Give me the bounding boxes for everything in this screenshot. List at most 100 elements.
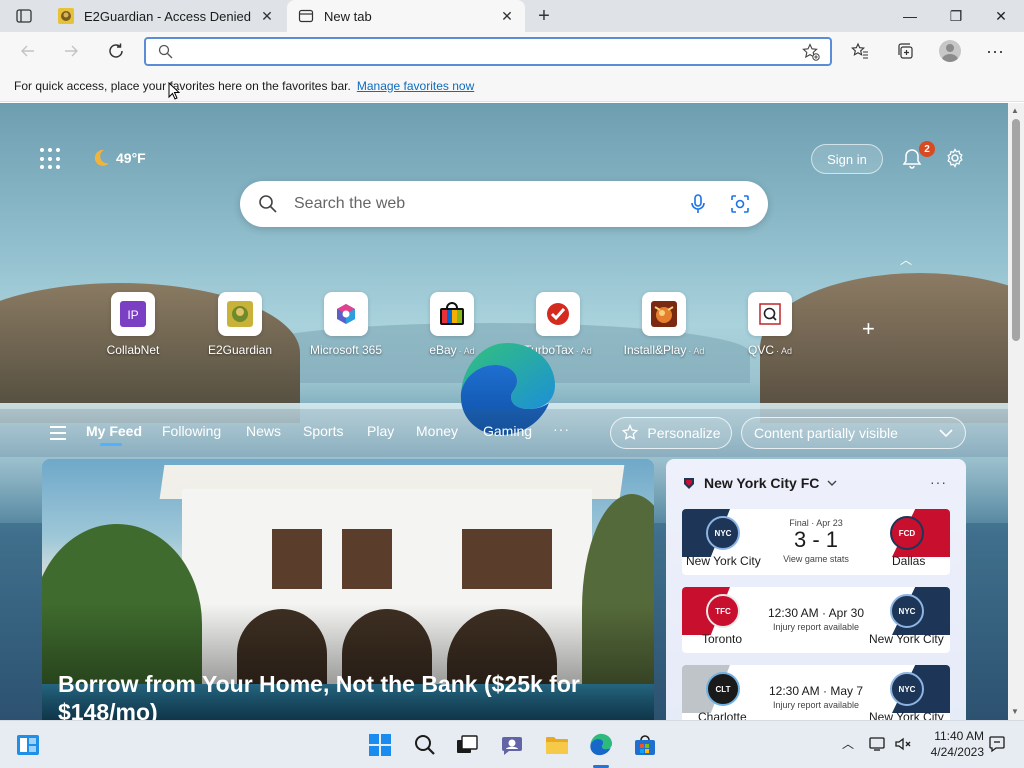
edge-taskbar-button[interactable] (589, 733, 613, 757)
match-card[interactable]: CLT NYC Charlotte New York City 12:30 AM… (682, 665, 950, 720)
feed-tab-sports[interactable]: Sports (303, 423, 343, 439)
installplay-icon (642, 292, 686, 336)
address-input[interactable] (182, 43, 802, 60)
minimize-button[interactable]: — (887, 0, 933, 32)
profile-button[interactable] (935, 37, 965, 65)
tab-title: E2Guardian - Access Denied (84, 8, 251, 24)
weather-widget[interactable]: 49°F (90, 147, 146, 169)
start-button[interactable] (368, 733, 392, 757)
fc-dallas-crest-icon: FCD (890, 516, 924, 550)
page-settings-button[interactable] (943, 146, 967, 170)
close-window-button[interactable]: ✕ (978, 0, 1024, 32)
refresh-icon (109, 43, 123, 58)
quick-link-label: E2Guardian (207, 343, 273, 357)
sign-in-button[interactable]: Sign in (811, 144, 883, 174)
microphone-icon[interactable] (684, 190, 712, 218)
chevron-up-icon[interactable]: ︿ (900, 251, 912, 268)
feed-menu-button[interactable] (50, 426, 66, 440)
injury-report-link[interactable]: Injury report available (766, 622, 866, 632)
microsoft-store-button[interactable] (633, 733, 657, 757)
tab-new-tab[interactable]: New tab ✕ (287, 0, 525, 32)
show-hidden-icons-chevron-icon[interactable]: ︿ (842, 735, 854, 752)
app-launcher-button[interactable] (40, 148, 62, 170)
feed-tab-gaming[interactable]: Gaming (483, 423, 532, 439)
web-search-input[interactable] (294, 195, 684, 213)
feed-tab-play[interactable]: Play (367, 423, 394, 439)
teams-chat-button[interactable] (500, 733, 524, 757)
widgets-button[interactable] (16, 733, 40, 757)
collections-button[interactable] (890, 37, 920, 65)
settings-and-more-button[interactable]: ··· (980, 37, 1010, 65)
nycfc-crest-icon: NYC (890, 672, 924, 706)
tab-close-icon[interactable]: ✕ (255, 4, 279, 28)
sparkle-star-icon (622, 424, 639, 440)
quick-link-qvc[interactable]: QVC · Ad (720, 292, 820, 357)
match-card[interactable]: TFC NYC Toronto New York City 12:30 AM ·… (682, 587, 950, 653)
address-bar[interactable] (144, 37, 832, 66)
manage-favorites-link[interactable]: Manage favorites now (357, 79, 474, 93)
active-tab-indicator (100, 443, 122, 446)
match-card[interactable]: NYC FCD New York City Dallas Final · Apr… (682, 509, 950, 575)
scroll-down-icon[interactable]: ▼ (1011, 707, 1019, 716)
match-stats-link[interactable]: View game stats (766, 554, 866, 564)
back-button[interactable] (14, 37, 42, 65)
refresh-button[interactable] (102, 37, 130, 65)
tab-actions-button[interactable] (8, 4, 40, 28)
feed-more-button[interactable]: ··· (553, 421, 570, 437)
injury-report-link[interactable]: Injury report available (766, 700, 866, 710)
sports-card: New York City FC ··· NYC FCD New York Ci… (666, 459, 966, 720)
notification-center-icon[interactable] (988, 735, 1006, 753)
folder-icon (546, 737, 568, 754)
quick-link-microsoft-365[interactable]: Microsoft 365 (296, 292, 396, 357)
feed-tab-my-feed[interactable]: My Feed (86, 423, 142, 439)
new-tab-button[interactable]: + (530, 4, 558, 28)
hero-news-card[interactable]: Borrow from Your Home, Not the Bank ($25… (42, 459, 654, 720)
quick-link-e2guardian[interactable]: E2Guardian (190, 292, 290, 357)
hero-image (462, 529, 552, 589)
weather-temperature: 49°F (116, 150, 146, 166)
taskbar-clock[interactable]: 11:40 AM 4/24/2023 (914, 728, 984, 760)
task-view-button[interactable] (455, 733, 479, 757)
ad-label: · Ad (575, 346, 592, 356)
forward-arrow-icon (65, 45, 78, 57)
volume-muted-icon[interactable] (894, 736, 912, 752)
edge-logo-icon (590, 733, 613, 756)
tab-e2guardian[interactable]: E2Guardian - Access Denied ✕ (47, 0, 285, 32)
add-quick-link-button[interactable]: + (862, 316, 875, 342)
network-icon[interactable] (868, 736, 886, 752)
quick-link-collabnet[interactable]: IP CollabNet (83, 292, 183, 357)
home-team-name: Toronto (702, 632, 743, 646)
content-visibility-dropdown[interactable]: Content partially visible (741, 417, 966, 449)
forward-button[interactable] (57, 37, 85, 65)
gear-icon (947, 148, 963, 168)
e2guardian-icon (218, 292, 262, 336)
sports-team-selector[interactable]: New York City FC (682, 475, 837, 491)
tab-close-icon[interactable]: ✕ (495, 4, 519, 28)
page-scrollbar[interactable]: ▲ ▼ (1008, 103, 1024, 720)
hero-headline[interactable]: Borrow from Your Home, Not the Bank ($25… (58, 670, 618, 720)
taskbar-search-button[interactable] (413, 733, 437, 757)
feed-tab-following[interactable]: Following (162, 423, 221, 439)
personalize-button[interactable]: Personalize (610, 417, 732, 449)
web-search-box[interactable] (240, 181, 768, 227)
ad-label: · Ad (776, 346, 793, 356)
quick-link-install-and-play[interactable]: Install&Play · Ad (614, 292, 714, 357)
maximize-button[interactable]: ❐ (933, 0, 979, 32)
scrollbar-thumb[interactable] (1012, 119, 1020, 341)
new-tab-page: 49°F Sign in 2 ︿ IP CollabNet E2Guardian (0, 103, 1008, 720)
clock-time: 11:40 AM (934, 729, 984, 743)
add-favorite-icon[interactable] (802, 42, 822, 61)
file-explorer-button[interactable] (545, 733, 569, 757)
team-logo-icon (684, 478, 694, 489)
hero-image (342, 529, 392, 589)
quick-link-label: eBay (429, 343, 457, 357)
svg-text:IP: IP (127, 308, 138, 322)
scroll-up-icon[interactable]: ▲ (1011, 106, 1019, 115)
visual-search-icon[interactable] (726, 190, 754, 218)
ebay-icon (430, 292, 474, 336)
favorites-button[interactable] (845, 37, 875, 65)
feed-tab-news[interactable]: News (246, 423, 281, 439)
feed-tab-money[interactable]: Money (416, 423, 458, 439)
mouse-pointer-icon (168, 82, 180, 100)
sports-more-button[interactable]: ··· (930, 474, 947, 490)
